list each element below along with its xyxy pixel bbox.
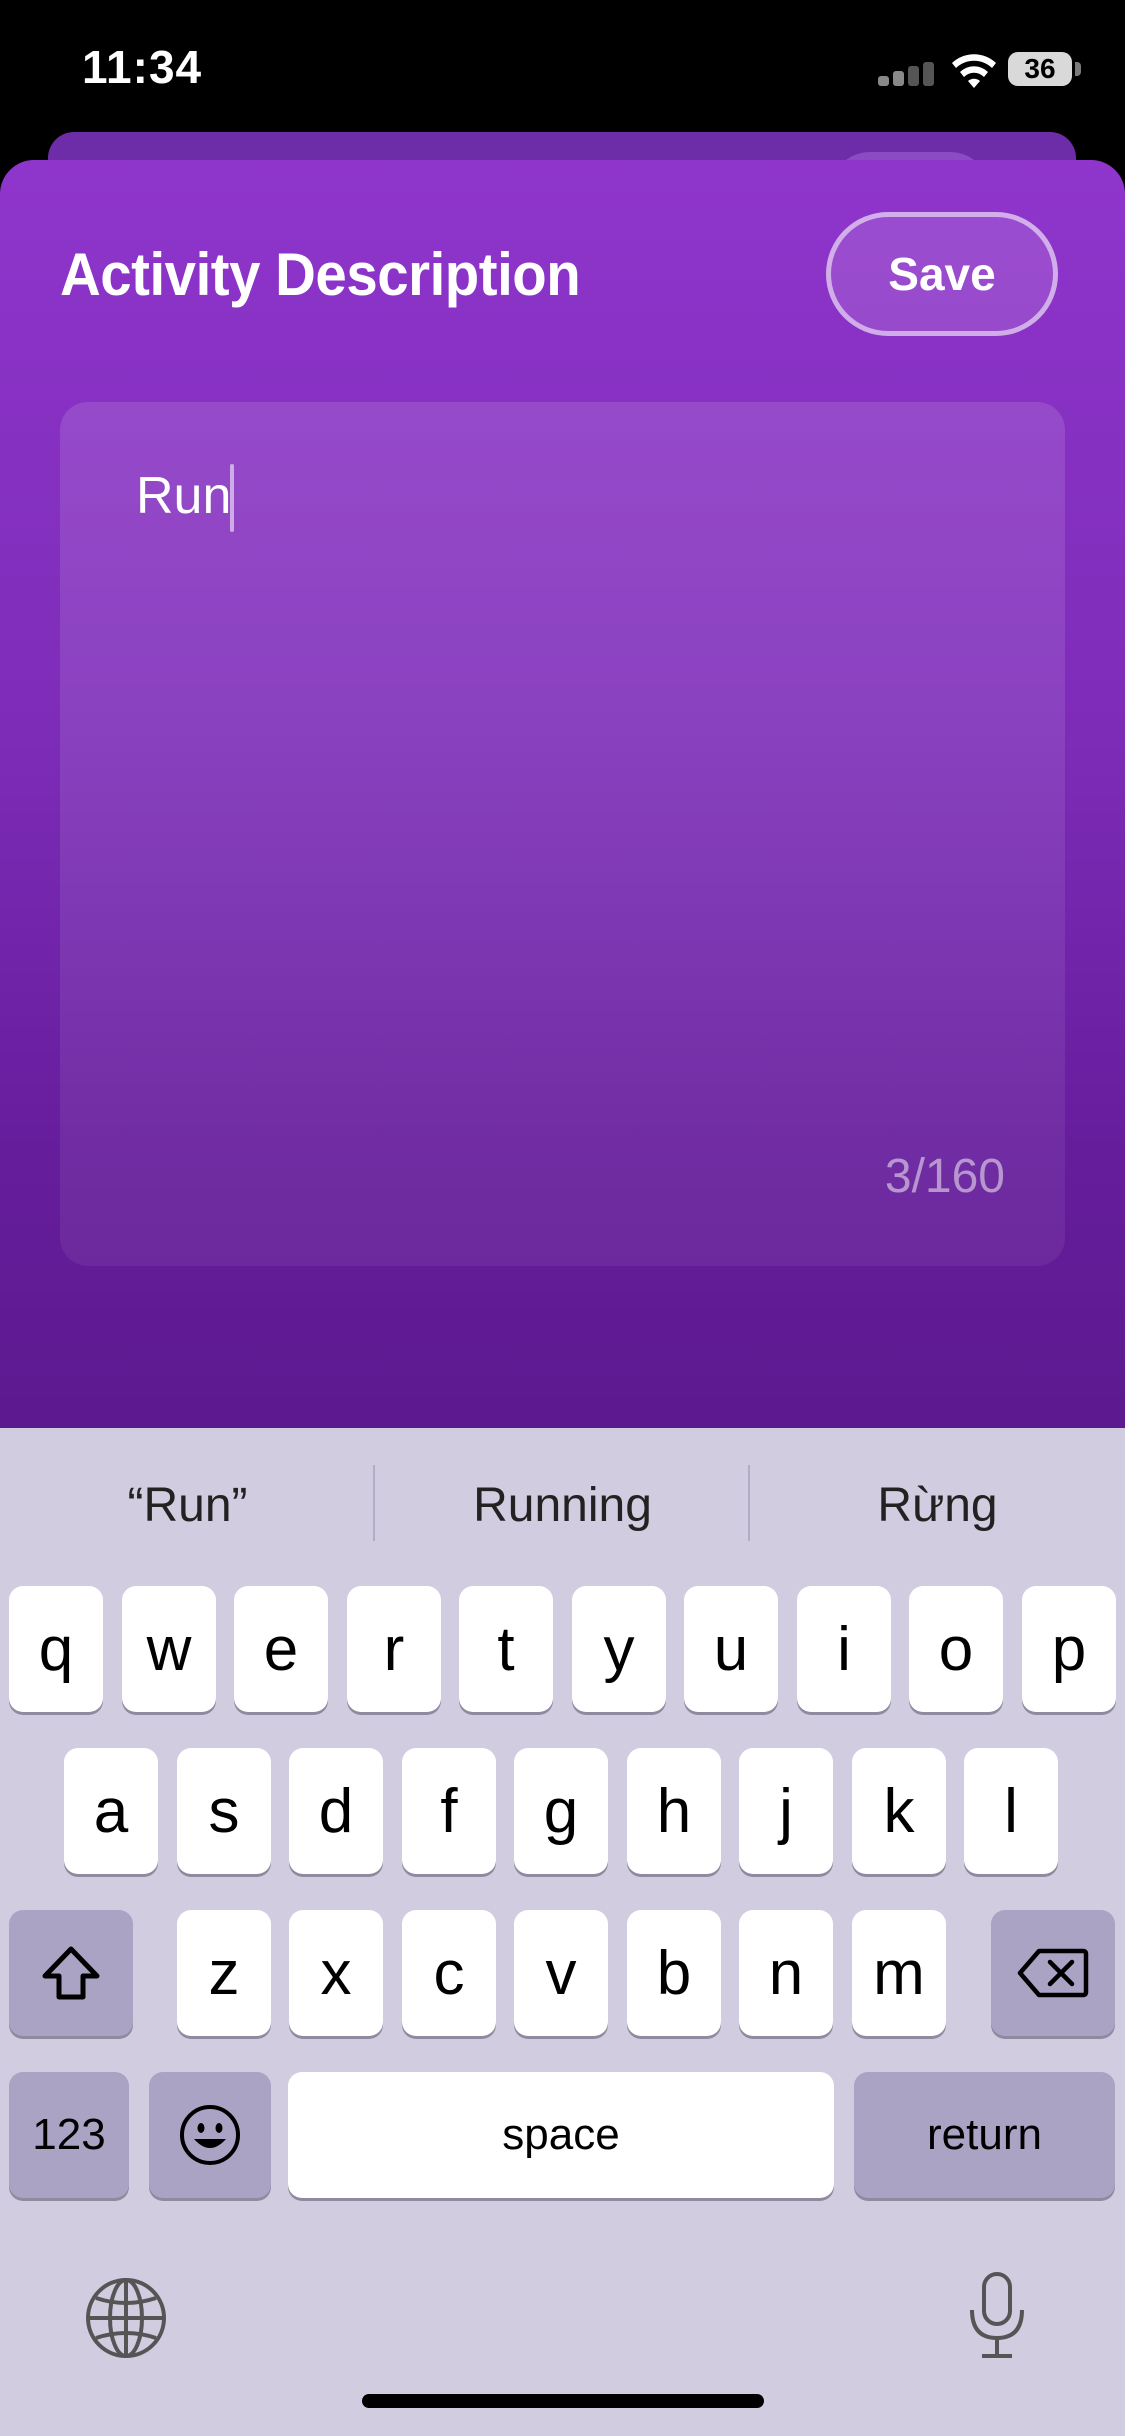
- key-a[interactable]: a: [64, 1748, 158, 1874]
- status-time: 11:34: [82, 41, 203, 93]
- key-b[interactable]: b: [627, 1910, 721, 2036]
- key-d[interactable]: d: [289, 1748, 383, 1874]
- battery-nub: [1075, 62, 1081, 76]
- key-e[interactable]: e: [234, 1586, 328, 1712]
- status-bar: 11:34 36: [0, 0, 1125, 140]
- microphone-icon[interactable]: [962, 2270, 1032, 2362]
- delete-icon: [1017, 1948, 1089, 1998]
- key-s[interactable]: s: [177, 1748, 271, 1874]
- key-y[interactable]: y: [572, 1586, 666, 1712]
- key-c[interactable]: c: [402, 1910, 496, 2036]
- activity-description-sheet: Activity Description Save Run 3/160: [0, 160, 1125, 1430]
- text-caret: [230, 464, 234, 532]
- key-w[interactable]: w: [122, 1586, 216, 1712]
- key-h[interactable]: h: [627, 1748, 721, 1874]
- shift-icon: [42, 1946, 100, 2000]
- key-m[interactable]: m: [852, 1910, 946, 2036]
- wifi-icon: [952, 54, 996, 88]
- globe-icon[interactable]: [84, 2276, 168, 2360]
- key-u[interactable]: u: [684, 1586, 778, 1712]
- return-key[interactable]: return: [854, 2072, 1115, 2198]
- space-key[interactable]: space: [288, 2072, 834, 2198]
- keyboard: “Run” Running Rừng q w e r t y u i o p a…: [0, 1428, 1125, 2436]
- suggestion-item[interactable]: Rừng: [750, 1478, 1125, 1533]
- key-i[interactable]: i: [797, 1586, 891, 1712]
- key-l[interactable]: l: [964, 1748, 1058, 1874]
- key-k[interactable]: k: [852, 1748, 946, 1874]
- key-r[interactable]: r: [347, 1586, 441, 1712]
- key-o[interactable]: o: [909, 1586, 1003, 1712]
- key-x[interactable]: x: [289, 1910, 383, 2036]
- key-n[interactable]: n: [739, 1910, 833, 2036]
- numbers-key[interactable]: 123: [9, 2072, 129, 2198]
- battery-level: 36: [1024, 53, 1056, 84]
- home-indicator[interactable]: [362, 2394, 764, 2408]
- battery-icon: 36: [1008, 52, 1072, 86]
- shift-key[interactable]: [9, 1910, 133, 2036]
- key-t[interactable]: t: [459, 1586, 553, 1712]
- key-v[interactable]: v: [514, 1910, 608, 2036]
- suggestion-item[interactable]: Running: [375, 1478, 750, 1533]
- delete-key[interactable]: [991, 1910, 1115, 2036]
- key-z[interactable]: z: [177, 1910, 271, 2036]
- sheet-title: Activity Description: [60, 241, 581, 308]
- key-f[interactable]: f: [402, 1748, 496, 1874]
- key-q[interactable]: q: [9, 1586, 103, 1712]
- cellular-signal-icon: [878, 62, 938, 86]
- suggestion-item[interactable]: “Run”: [0, 1478, 375, 1533]
- suggestion-bar: “Run” Running Rừng: [0, 1428, 1125, 1578]
- description-text-area[interactable]: Run 3/160: [60, 402, 1065, 1266]
- emoji-icon: [180, 2105, 240, 2165]
- character-count: 3/160: [884, 1150, 1005, 1203]
- save-button[interactable]: Save: [826, 212, 1058, 336]
- description-text: Run: [136, 467, 232, 525]
- emoji-key[interactable]: [149, 2072, 271, 2198]
- key-p[interactable]: p: [1022, 1586, 1116, 1712]
- key-g[interactable]: g: [514, 1748, 608, 1874]
- key-j[interactable]: j: [739, 1748, 833, 1874]
